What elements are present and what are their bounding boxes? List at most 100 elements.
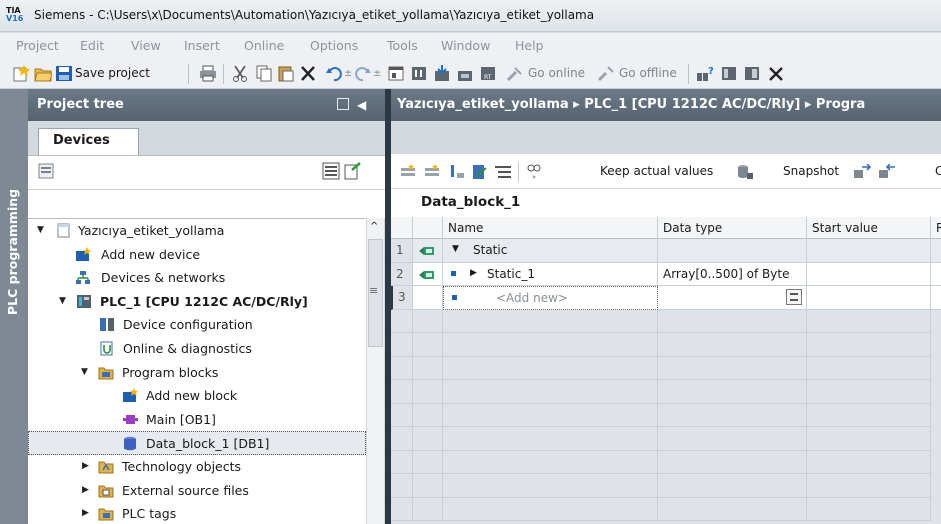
tree-item-plc-tags[interactable]: ▶ PLC tags xyxy=(28,502,366,524)
data-type-cell[interactable]: Array[0..500] of Byte xyxy=(658,262,807,286)
new-project-icon[interactable] xyxy=(12,65,30,82)
menu-project[interactable]: Project xyxy=(16,38,59,53)
expanded-arrow-icon[interactable]: ▼ xyxy=(452,244,459,254)
insert-row-icon[interactable] xyxy=(399,164,417,180)
tree-item-external-source-files[interactable]: ▶ External source files xyxy=(28,479,366,503)
load-start-values-icon[interactable] xyxy=(878,164,896,180)
collapsed-arrow-icon[interactable]: ▶ xyxy=(82,508,89,518)
go-offline-icon[interactable] xyxy=(597,65,615,82)
tree-item-program-blocks[interactable]: ▼ Program blocks xyxy=(28,361,366,385)
menu-options[interactable]: Options xyxy=(310,38,358,53)
download-to-device-icon[interactable] xyxy=(433,65,451,82)
scroll-up-icon[interactable]: ^ xyxy=(370,221,378,232)
name-cell[interactable]: <Add new> xyxy=(443,286,658,310)
add-row-icon[interactable] xyxy=(423,164,441,180)
tree-item-main-ob1[interactable]: Main [OB1] xyxy=(28,408,366,432)
overview-icon[interactable] xyxy=(322,162,340,180)
keep-actual-values-button[interactable]: Keep actual values xyxy=(600,164,713,178)
collapse-all-icon[interactable] xyxy=(494,164,512,180)
retain-cell[interactable] xyxy=(931,239,941,263)
device-table-icon[interactable] xyxy=(38,163,54,179)
menu-tools[interactable]: Tools xyxy=(387,38,418,53)
snapshot-db-icon[interactable] xyxy=(736,164,754,180)
breadcrumb[interactable]: Yazıcıya_etiket_yollama ▸ PLC_1 [CPU 121… xyxy=(397,97,865,112)
tree-item-data-block-1[interactable]: Data_block_1 [DB1] xyxy=(28,431,366,455)
cross-reference-icon[interactable] xyxy=(720,65,738,82)
name-cell[interactable]: ▼ Static xyxy=(443,239,658,263)
table-row[interactable]: 2 ▶ Static_1 Array[0..500] of Byte xyxy=(391,262,941,286)
column-header-retain[interactable]: R xyxy=(931,217,941,239)
menu-edit[interactable]: Edit xyxy=(80,38,104,53)
column-header-name[interactable]: Name xyxy=(443,217,658,239)
compile-icon[interactable] xyxy=(410,65,428,82)
go-offline-button[interactable]: Go offline xyxy=(619,66,677,80)
data-type-cell[interactable] xyxy=(658,239,807,263)
menu-help[interactable]: Help xyxy=(515,38,544,53)
column-header-start-value[interactable]: Start value xyxy=(807,217,931,239)
expanded-arrow-icon[interactable]: ▼ xyxy=(59,296,66,306)
go-online-icon[interactable] xyxy=(506,65,524,82)
column-header-data-type[interactable]: Data type xyxy=(658,217,807,239)
go-online-button[interactable]: Go online xyxy=(528,66,585,80)
print-icon[interactable] xyxy=(199,65,217,82)
delete-icon[interactable] xyxy=(299,65,317,82)
retain-cell[interactable] xyxy=(931,262,941,286)
tab-devices[interactable]: Devices xyxy=(38,128,139,156)
expanded-arrow-icon[interactable]: ▼ xyxy=(81,367,88,377)
expand-all-icon[interactable] xyxy=(448,164,466,180)
save-project-icon[interactable] xyxy=(55,65,73,82)
copy-snapshot-to-start-icon[interactable] xyxy=(853,164,871,180)
start-value-cell[interactable] xyxy=(807,239,931,263)
name-cell[interactable]: ▶ Static_1 xyxy=(443,262,658,286)
row-number-empty xyxy=(391,380,413,404)
redo-dropdown-icon[interactable]: ± xyxy=(373,68,381,79)
save-project-button[interactable]: Save project xyxy=(75,66,150,80)
collapse-panel-icon[interactable]: ◀ xyxy=(357,98,366,112)
retain-cell[interactable] xyxy=(931,286,941,310)
menu-window[interactable]: Window xyxy=(441,38,490,53)
upload-from-device-icon[interactable] xyxy=(456,65,474,82)
close-editor-icon[interactable] xyxy=(767,65,785,82)
tree-item-add-new-device[interactable]: Add new device xyxy=(28,243,366,267)
tree-item-online-diagnostics[interactable]: Online & diagnostics xyxy=(28,337,366,361)
data-type-picker-icon[interactable] xyxy=(786,289,802,305)
open-in-editor-icon[interactable] xyxy=(344,162,362,180)
reset-start-values-icon[interactable] xyxy=(471,164,489,180)
start-simulation-icon[interactable]: RT xyxy=(479,65,497,82)
undo-icon[interactable] xyxy=(325,65,343,82)
empty-cell xyxy=(807,403,931,427)
empty-cell xyxy=(413,333,443,357)
snapshot-button[interactable]: Snapshot xyxy=(783,164,839,178)
table-row[interactable]: 3 <Add new> xyxy=(391,286,941,310)
tree-item-project[interactable]: ▼ Yazıcıya_etiket_yollama xyxy=(28,219,366,243)
add-new-placeholder[interactable]: <Add new> xyxy=(496,291,568,305)
collapsed-arrow-icon[interactable]: ▶ xyxy=(470,268,477,278)
split-horizontal-icon[interactable] xyxy=(743,65,761,82)
accessible-devices-icon[interactable]: ? xyxy=(696,65,714,82)
maximize-panel-icon[interactable] xyxy=(337,98,349,110)
tree-item-add-new-block[interactable]: Add new block xyxy=(28,384,366,408)
tree-item-plc-1[interactable]: ▼ PLC_1 [CPU 1212C AC/DC/Rly] xyxy=(28,290,366,314)
open-project-icon[interactable] xyxy=(34,65,52,82)
table-row[interactable]: 1 ▼ Static xyxy=(391,239,941,263)
cut-icon[interactable] xyxy=(231,65,249,82)
tree-item-technology-objects[interactable]: ▶ Technology objects xyxy=(28,455,366,479)
copy-icon[interactable] xyxy=(255,65,273,82)
tree-item-devices-networks[interactable]: Devices & networks xyxy=(28,266,366,290)
menu-online[interactable]: Online xyxy=(244,38,284,53)
menu-view[interactable]: View xyxy=(131,38,161,53)
redo-icon[interactable] xyxy=(354,65,372,82)
toolbar-overflow[interactable]: C xyxy=(935,164,941,178)
start-value-cell[interactable] xyxy=(807,262,931,286)
split-editor-icon[interactable] xyxy=(387,65,405,82)
undo-dropdown-icon[interactable]: ± xyxy=(344,68,352,79)
menu-insert[interactable]: Insert xyxy=(184,38,220,53)
data-type-cell[interactable] xyxy=(658,286,807,310)
expanded-arrow-icon[interactable]: ▼ xyxy=(37,225,44,235)
monitor-all-icon[interactable] xyxy=(525,163,543,179)
paste-icon[interactable] xyxy=(277,65,295,82)
tree-item-device-configuration[interactable]: Device configuration xyxy=(28,313,366,337)
collapsed-arrow-icon[interactable]: ▶ xyxy=(82,461,89,471)
start-value-cell[interactable] xyxy=(807,286,931,310)
collapsed-arrow-icon[interactable]: ▶ xyxy=(82,485,89,495)
